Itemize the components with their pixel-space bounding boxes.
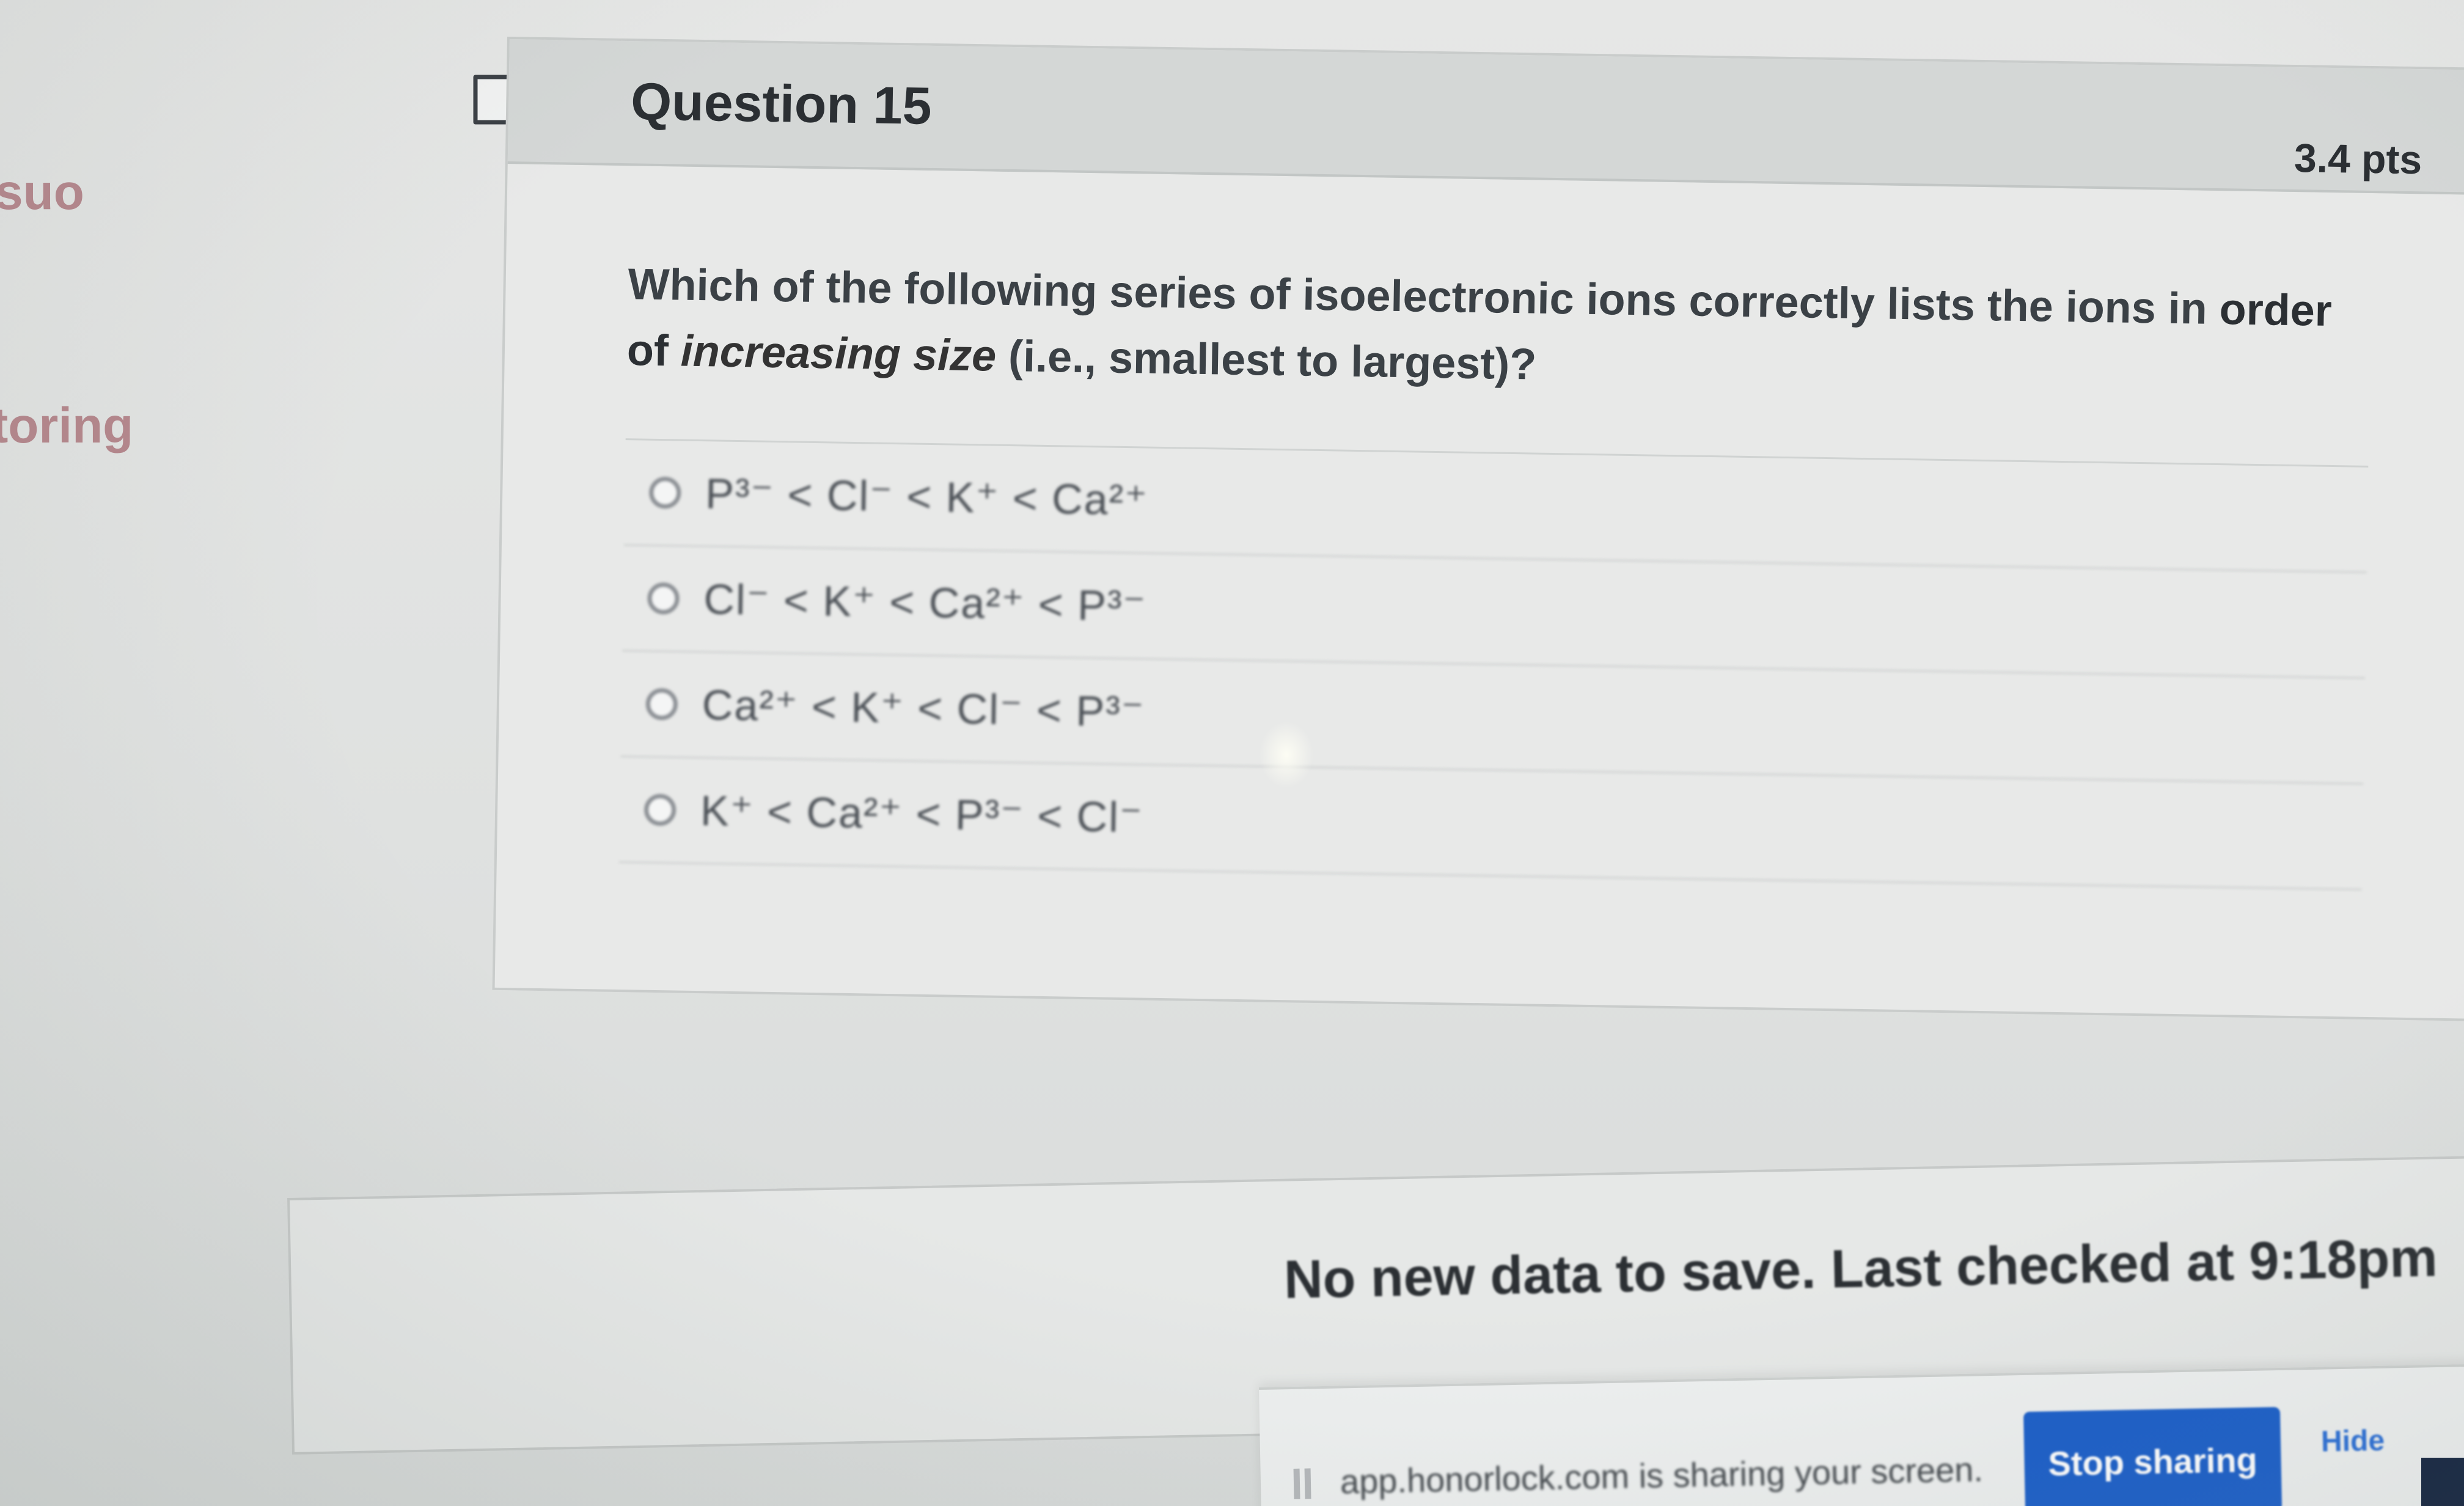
- drag-handle-icon[interactable]: [1293, 1468, 1313, 1499]
- question-title: Question 15: [630, 72, 933, 136]
- taskbar-edge: [2421, 1458, 2464, 1506]
- question-card: Question 15 3.4 pts Which of the followi…: [492, 37, 2464, 1022]
- radio-button[interactable]: [647, 582, 680, 615]
- question-text: Which of the following series of isoelec…: [626, 251, 2339, 410]
- answer-label: P³⁻ < Cl⁻ < K⁺ < Ca²⁺: [705, 469, 1149, 524]
- question-text-emphasis: increasing size: [680, 326, 997, 381]
- question-text-part2: (i.e., smallest to largest)?: [996, 331, 1537, 389]
- stop-sharing-button[interactable]: Stop sharing: [2023, 1406, 2282, 1506]
- question-text-part1: Which of the following series of isoelec…: [628, 260, 2220, 334]
- answer-label: Cl⁻ < K⁺ < Ca²⁺ < P³⁻: [703, 575, 1147, 630]
- answer-list: P³⁻ < Cl⁻ < K⁺ < Ca²⁺ Cl⁻ < K⁺ < Ca²⁺ < …: [618, 438, 2369, 891]
- hide-button[interactable]: Hide: [2317, 1423, 2388, 1460]
- radio-button[interactable]: [645, 688, 678, 721]
- screen-glare: [1259, 721, 1314, 788]
- sidebar-link-fragment[interactable]: toring: [0, 397, 133, 455]
- screen-share-message: app.honorlock.com is sharing your screen…: [1340, 1450, 1984, 1501]
- radio-button[interactable]: [644, 793, 676, 826]
- screen-share-bar: app.honorlock.com is sharing your screen…: [1259, 1364, 2464, 1506]
- answer-label: K⁺ < Ca²⁺ < P³⁻ < Cl⁻: [700, 787, 1144, 842]
- sidebar-link-fragment[interactable]: suo: [0, 164, 84, 221]
- question-body: Which of the following series of isoelec…: [497, 164, 2464, 892]
- screen: suo toring Question 15 3.4 pts Which of …: [0, 0, 2464, 1506]
- answer-label: Ca²⁺ < K⁺ < Cl⁻ < P³⁻: [702, 681, 1146, 736]
- question-points: 3.4 pts: [2294, 134, 2422, 183]
- save-status-text: No new data to save. Last checked at 9:1…: [1283, 1227, 2438, 1310]
- radio-button[interactable]: [648, 476, 681, 509]
